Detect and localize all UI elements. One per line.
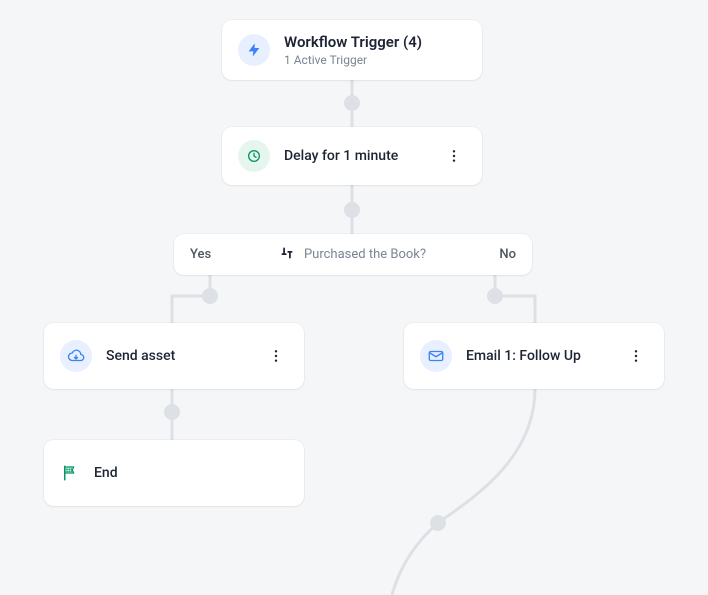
workflow-canvas[interactable]: Workflow Trigger (4) 1 Active Trigger De… xyxy=(0,0,708,595)
cloud-download-icon xyxy=(60,340,92,372)
mail-icon xyxy=(420,340,452,372)
email1-menu-button[interactable] xyxy=(624,344,648,368)
trigger-node[interactable]: Workflow Trigger (4) 1 Active Trigger xyxy=(222,20,482,80)
delay-node[interactable]: Delay for 1 minute xyxy=(222,127,482,185)
end-node[interactable]: End xyxy=(44,440,304,506)
clock-icon xyxy=(238,140,270,172)
send-asset-label: Send asset xyxy=(106,348,175,364)
trigger-title: Workflow Trigger (4) xyxy=(284,33,422,52)
end-label: End xyxy=(94,465,118,481)
trigger-subtitle: 1 Active Trigger xyxy=(284,53,422,67)
flag-icon xyxy=(60,463,80,483)
send-asset-node[interactable]: Send asset xyxy=(44,323,304,389)
condition-question: Purchased the Book? xyxy=(304,247,426,262)
condition-center: Purchased the Book? xyxy=(174,234,532,275)
condition-icon xyxy=(280,246,294,264)
email1-label: Email 1: Follow Up xyxy=(466,348,581,364)
condition-node[interactable]: Yes Purchased the Book? No xyxy=(174,234,532,275)
send-asset-menu-button[interactable] xyxy=(264,344,288,368)
condition-no-branch[interactable]: No xyxy=(483,234,532,275)
no-label: No xyxy=(499,247,516,262)
email1-node[interactable]: Email 1: Follow Up xyxy=(404,323,664,389)
delay-label: Delay for 1 minute xyxy=(284,148,398,164)
delay-menu-button[interactable] xyxy=(442,144,466,168)
lightning-icon xyxy=(238,34,270,66)
trigger-text: Workflow Trigger (4) 1 Active Trigger xyxy=(284,33,422,68)
